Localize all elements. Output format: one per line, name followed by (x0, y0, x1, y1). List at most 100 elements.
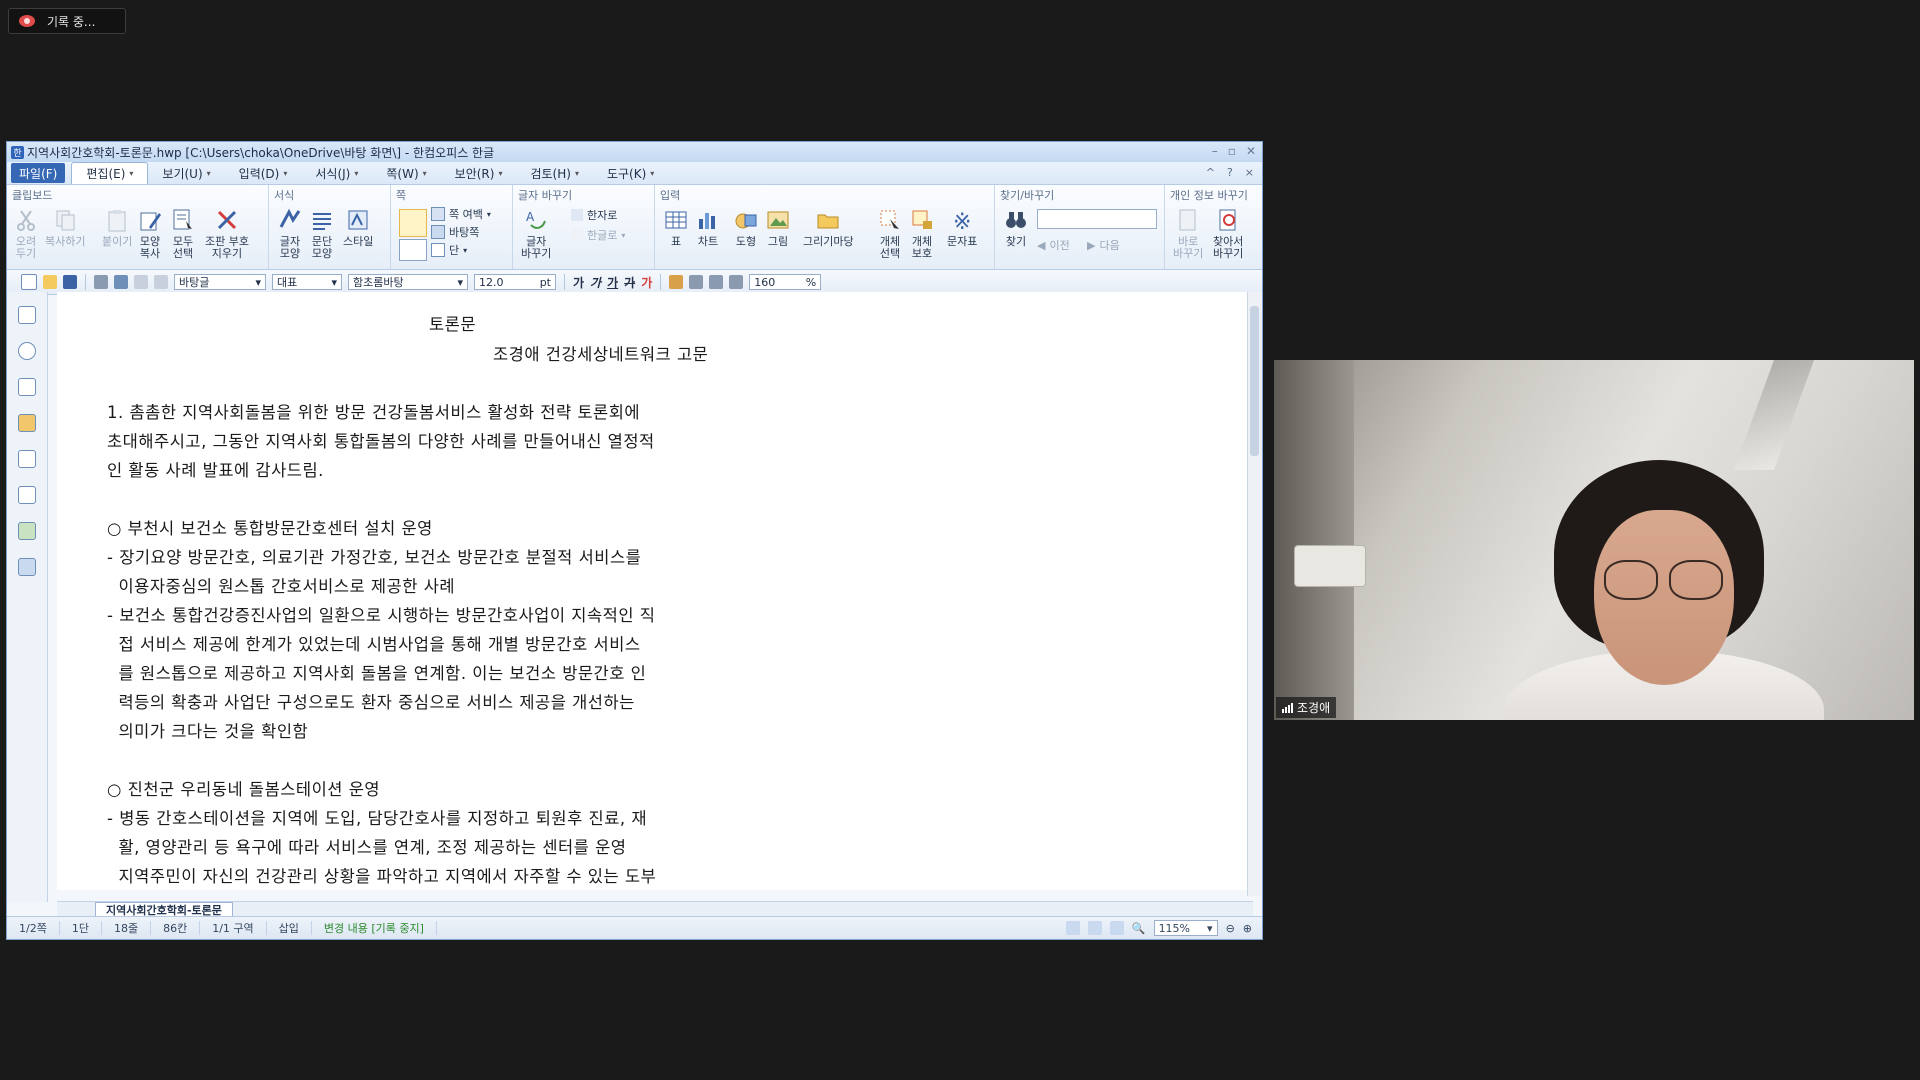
italic-button[interactable]: 가 (590, 274, 601, 291)
char-shape-button[interactable]: 글자 모양 (277, 207, 303, 260)
clear-marks-button[interactable]: 조판 부호 지우기 (205, 207, 249, 260)
page-margin-button[interactable]: 쪽 여백 ▾ (431, 206, 491, 222)
collapse-ribbon-button[interactable]: ^ (1206, 166, 1215, 179)
horizontal-ruler[interactable] (57, 292, 1253, 313)
style-select[interactable]: 바탕글 ▾ (174, 274, 266, 290)
bold-button[interactable]: 가 (573, 274, 584, 291)
menu-edit[interactable]: 편집(E) ▾ (71, 162, 149, 184)
chevron-down-icon: ▾ (457, 275, 463, 289)
menu-insert[interactable]: 입력(D) ▾ (225, 162, 302, 184)
sidebar-list-icon[interactable] (18, 378, 36, 396)
columns-button[interactable]: 단 ▾ (431, 242, 467, 258)
menu-review[interactable]: 검토(H) ▾ (516, 162, 592, 184)
strike-button[interactable]: 가 (624, 274, 635, 291)
menu-security[interactable]: 보안(R) ▾ (441, 162, 517, 184)
menu-tools[interactable]: 도구(K) ▾ (593, 162, 668, 184)
hangul-button[interactable]: 한글로 ▾ (571, 227, 625, 243)
font-select[interactable]: 함초롬바탕 ▾ (348, 274, 468, 290)
menu-format[interactable]: 서식(J) ▾ (301, 162, 372, 184)
menu-bar: 파일(F) 편집(E) ▾ 보기(U) ▾ 입력(D) ▾ 서식(J) ▾ 쪽(W) ▾ … (7, 162, 1262, 185)
table-button[interactable]: 표 (663, 207, 689, 248)
sidebar-style-icon[interactable] (18, 414, 36, 432)
preview-icon[interactable] (114, 275, 128, 289)
print-icon[interactable] (94, 275, 108, 289)
drawing-button[interactable]: 그리기마당 (803, 207, 854, 248)
zoom-icon[interactable]: 🔍 (1132, 922, 1146, 935)
page-layout-icon[interactable] (399, 239, 427, 261)
chart-button[interactable]: 차트 (695, 207, 721, 248)
view-normal-icon[interactable] (1065, 921, 1080, 935)
help-button[interactable]: ? (1227, 166, 1233, 179)
close-button[interactable]: ✕ (1246, 144, 1256, 158)
find-replace-button[interactable]: 찾아서 바꾸기 (1213, 207, 1243, 260)
restore-button[interactable]: ▫ (1228, 144, 1236, 158)
align-center-icon[interactable] (709, 275, 724, 289)
vertical-ruler[interactable] (57, 312, 76, 890)
sidebar-page-icon[interactable] (18, 450, 36, 468)
shapes-button[interactable]: 도형 (733, 207, 759, 248)
menu-file[interactable]: 파일(F) (11, 163, 66, 183)
chevron-down-icon: ▾ (255, 275, 261, 289)
zoom-in-icon[interactable]: ⊕ (1243, 922, 1252, 935)
select-all-button[interactable]: 모두 선택 (170, 207, 196, 260)
find-input[interactable] (1037, 209, 1157, 229)
object-select-button[interactable]: 개체 선택 (877, 207, 903, 260)
sidebar-doc-icon[interactable] (18, 306, 36, 324)
doc-line: ○ 부천시 보건소 통합방문간호센터 설치 운영 (107, 519, 433, 538)
redo-icon[interactable] (154, 275, 168, 289)
font-size-input[interactable]: 12.0 pt (474, 274, 556, 290)
shape-copy-button[interactable]: 모양 복사 (137, 207, 163, 260)
participant-video[interactable]: 조경애 (1274, 360, 1914, 720)
copy-button[interactable]: 복사하기 (45, 207, 85, 248)
new-doc-icon[interactable] (21, 274, 37, 290)
zoom-select[interactable]: 115% ▾ (1153, 920, 1218, 936)
align-right-icon[interactable] (729, 275, 744, 289)
sidebar-picture-icon[interactable] (18, 522, 36, 540)
vertical-scrollbar[interactable] (1247, 292, 1262, 896)
page-setup-icon[interactable] (399, 209, 427, 237)
close-doc-button[interactable]: × (1245, 166, 1254, 179)
find-next-button[interactable]: ▶ 다음 (1087, 237, 1120, 253)
sidebar-text-icon[interactable] (18, 558, 36, 576)
picture-button[interactable]: 그림 (765, 207, 791, 248)
recording-indicator[interactable]: 기록 중... (8, 8, 126, 34)
view-page-icon[interactable] (1087, 921, 1102, 935)
open-folder-icon[interactable] (43, 275, 57, 289)
participant-name-tag: 조경애 (1276, 697, 1337, 718)
paste-button[interactable]: 붙이기 (102, 207, 132, 248)
scroll-thumb[interactable] (1250, 306, 1259, 456)
status-mode[interactable]: 삽입 (267, 921, 312, 935)
hanja-button[interactable]: 한자로 (571, 207, 617, 223)
lang-select[interactable]: 대표 ▾ (272, 274, 342, 290)
underline-button[interactable]: 가 (607, 274, 618, 291)
save-icon[interactable] (63, 275, 77, 289)
align-justify-icon[interactable] (669, 275, 684, 289)
menu-view[interactable]: 보기(U) ▾ (148, 162, 224, 184)
cut-button[interactable]: 오려 두기 (13, 207, 39, 260)
sidebar-outline-icon[interactable] (18, 486, 36, 504)
sidebar-help-icon[interactable] (18, 342, 36, 360)
find-button[interactable]: 찾기 (1003, 207, 1029, 248)
style-button[interactable]: 스타일 (343, 207, 373, 248)
zoom-out-icon[interactable]: ⊖ (1226, 922, 1235, 935)
instant-replace-button[interactable]: 바로 바꾸기 (1173, 207, 1203, 260)
font-color-button[interactable]: 가 (641, 274, 652, 291)
para-shape-button[interactable]: 문단 모양 (309, 207, 335, 260)
minimize-button[interactable]: – (1212, 144, 1218, 158)
object-protect-button[interactable]: 개체 보호 (909, 207, 935, 260)
scissors-icon (17, 210, 35, 231)
view-outline-icon[interactable] (1109, 921, 1124, 935)
participant-name: 조경애 (1297, 701, 1331, 715)
master-page-button[interactable]: 바탕쪽 (431, 224, 479, 240)
symbol-button[interactable]: ※ 문자표 (947, 207, 977, 248)
document-area[interactable]: 토론문 조경애 건강세상네트워크 고문 1. 촘촘한 지역사회돌봄을 위한 방문… (75, 312, 1255, 890)
line-spacing-input[interactable]: 160% (749, 274, 822, 290)
status-page[interactable]: 1/2쪽 (7, 921, 60, 935)
undo-icon[interactable] (134, 275, 148, 289)
char-replace-button[interactable]: A 글자 바꾸기 (521, 207, 551, 260)
find-prev-button[interactable]: ◀ 이전 (1037, 237, 1070, 253)
status-track-changes[interactable]: 변경 내용 [기록 중지] (312, 921, 437, 935)
menu-page[interactable]: 쪽(W) ▾ (372, 162, 440, 184)
chevron-down-icon: ▾ (283, 168, 288, 178)
align-left-icon[interactable] (689, 275, 704, 289)
